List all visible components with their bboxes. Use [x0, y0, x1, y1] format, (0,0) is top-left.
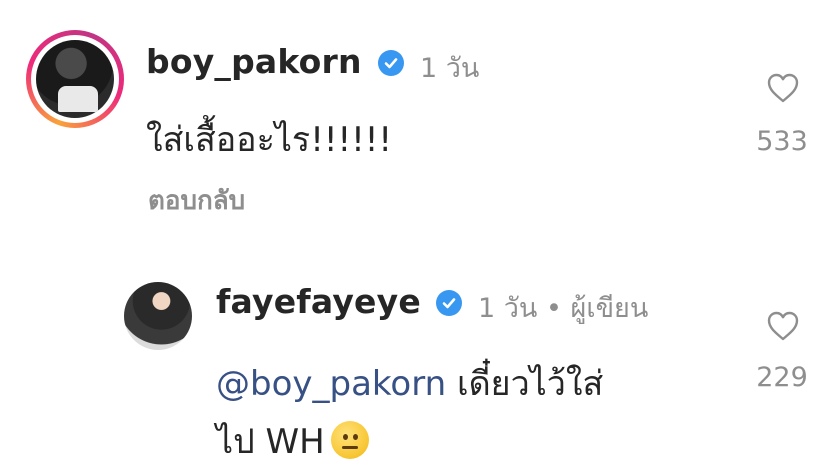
- reply-text-line2: ไป WH: [216, 422, 325, 462]
- neutral-face-emoji-icon: [330, 421, 369, 459]
- like-count: 533: [756, 126, 808, 157]
- like-button[interactable]: [766, 310, 800, 346]
- avatar-fayefayeye[interactable]: [124, 282, 192, 350]
- comment-timestamp: 1 วัน: [420, 53, 480, 84]
- avatar-boy-pakorn[interactable]: [26, 30, 124, 128]
- meta-separator: •: [545, 293, 562, 324]
- verified-icon: [378, 50, 404, 76]
- reply-timestamp: 1 วัน: [478, 293, 538, 324]
- mention-link[interactable]: @boy_pakorn: [216, 364, 446, 404]
- like-button[interactable]: [766, 72, 800, 108]
- verified-icon: [436, 290, 462, 316]
- heart-outline-icon: [767, 311, 799, 341]
- reply-button[interactable]: ตอบกลับ: [148, 180, 245, 221]
- comment-username[interactable]: boy_pakorn: [146, 42, 362, 81]
- author-badge: ผู้เขียน: [570, 293, 649, 324]
- heart-outline-icon: [767, 73, 799, 103]
- comment-text: ใส่เสื้ออะไร!!!!!!: [146, 120, 392, 160]
- reply-text-line1: เดี๋ยวไว้ใส่: [456, 364, 604, 404]
- like-count: 229: [756, 362, 808, 393]
- reply-username[interactable]: fayefayeye: [216, 282, 421, 321]
